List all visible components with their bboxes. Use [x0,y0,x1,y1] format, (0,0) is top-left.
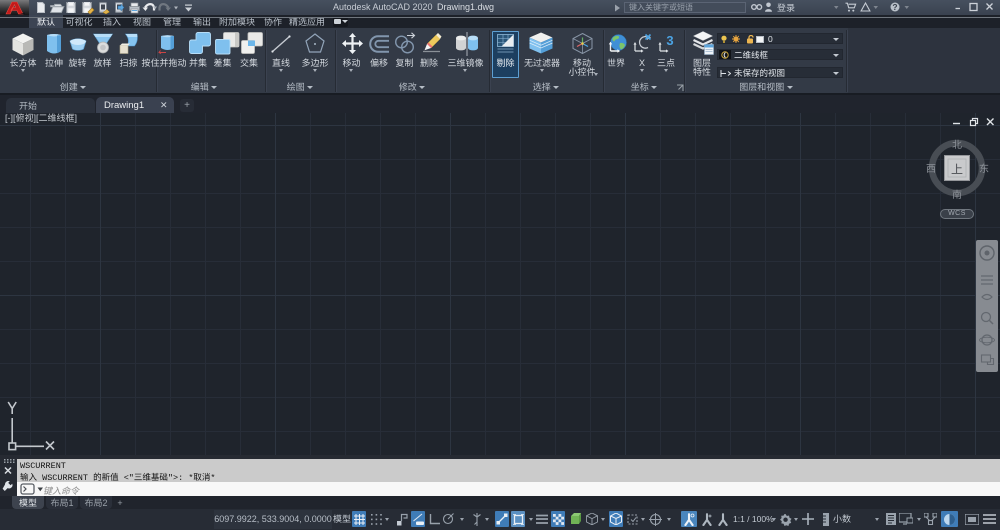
svg-text:北: 北 [952,136,962,151]
svg-text:南: 南 [952,186,962,201]
svg-text:西: 西 [926,160,936,175]
svg-text:上: 上 [951,161,963,178]
svg-text:3: 3 [666,33,673,48]
svg-text:?: ? [892,2,897,12]
svg-text:东: 东 [979,160,989,175]
